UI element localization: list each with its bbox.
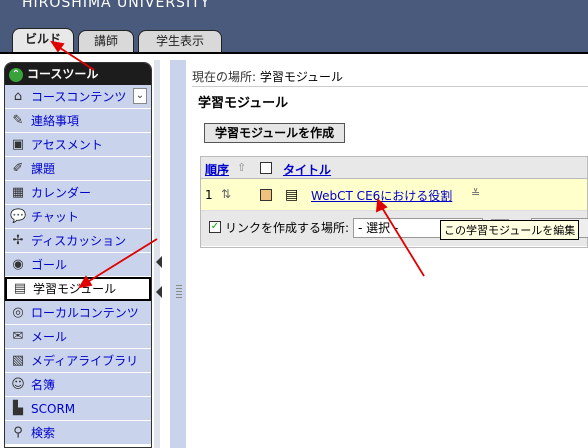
pencil-icon: ✐ (12, 161, 24, 176)
module-link[interactable]: WebCT CE6における役割 (311, 187, 452, 204)
resize-grip-icon[interactable] (176, 285, 182, 299)
sidebar-item-calendar[interactable]: ▦ カレンダー (5, 181, 151, 205)
tab-instructor[interactable]: 講師 (78, 30, 134, 52)
select-all-checkbox[interactable] (260, 162, 272, 174)
sidebar-item-media-library[interactable]: ▧ メディアライブラリ (5, 349, 151, 373)
mail-icon: ✉ (12, 329, 24, 344)
sidebar-item-assessments[interactable]: ▣ アセスメント (5, 133, 151, 157)
sidebar-item-announcements[interactable]: ✎ 連絡事項 (5, 109, 151, 133)
collapse-up-icon[interactable]: ⌃ (9, 67, 23, 82)
collapse-left-icon[interactable] (156, 256, 162, 268)
sidebar-item-mail[interactable]: ✉ メール (5, 325, 151, 349)
sidebar-item-label: メール (31, 330, 68, 344)
breadcrumb: 現在の場所: 学習モジュール (192, 68, 343, 85)
megaphone-icon: ✎ (12, 113, 24, 128)
sidebar-item-label: コースコンテンツ (31, 90, 127, 104)
tab-build[interactable]: ビルド (12, 28, 74, 52)
sidebar-item-label: アセスメント (31, 138, 103, 152)
header-band: HIROSHIMA UNIVERSITY (0, 0, 588, 30)
sidebar-item-label: 課題 (31, 162, 56, 176)
sidebar-item-roster[interactable]: ☺ 名簿 (5, 373, 151, 397)
sidebar-item-learning-modules[interactable]: ▤ 学習モジュール (5, 277, 151, 301)
sidebar-item-label: カレンダー (31, 186, 92, 200)
link-location-label: リンクを作成する場所: (225, 221, 350, 235)
create-learning-module-button[interactable]: 学習モジュールを作成 (204, 123, 346, 143)
chat-icon: 💬 (10, 209, 27, 224)
sidebar-item-label: 学習モジュール (33, 282, 117, 296)
sidebar-item-label: ローカルコンテンツ (31, 306, 139, 320)
sidebar-splitter[interactable] (154, 60, 160, 448)
sidebar-item-label: ゴール (31, 258, 68, 272)
sidebar-item-discussions[interactable]: ✢ ディスカッション (5, 229, 151, 253)
breadcrumb-prefix: 現在の場所: (192, 70, 257, 84)
row-checkbox[interactable] (260, 189, 272, 201)
home-icon: ⌂ (13, 89, 23, 104)
page-title: 学習モジュール (198, 96, 289, 111)
frame-resize-bar[interactable] (170, 60, 186, 448)
sidebar-item-course-content[interactable]: ⌂ コースコンテンツ ⌄ (5, 85, 151, 109)
calendar-icon: ▦ (11, 185, 25, 200)
scorm-icon: ▙ (13, 401, 23, 416)
link-location-checkbox[interactable]: ✓ (209, 221, 221, 233)
row-number: 1 (205, 188, 213, 202)
goal-icon: ◉ (12, 257, 24, 272)
sidebar-item-label: SCORM (31, 402, 76, 416)
sidebar-item-search[interactable]: ⚲ 検索 (5, 421, 151, 445)
column-title[interactable]: タイトル (283, 161, 331, 178)
collapse-left-icon[interactable] (156, 286, 162, 298)
column-order[interactable]: 順序 (205, 161, 229, 178)
sidebar-item-label: 名簿 (31, 378, 56, 392)
document-icon: ▤ (13, 281, 27, 296)
sidebar-item-label: 連絡事項 (31, 114, 80, 128)
reorder-icon[interactable]: ⇅ (217, 185, 235, 203)
chevron-down-icon[interactable]: ⌄ (133, 88, 147, 104)
university-name: HIROSHIMA UNIVERSITY (22, 0, 211, 11)
sidebar-item-label: メディアライブラリ (31, 354, 139, 368)
sidebar-title: コースツール (27, 67, 99, 81)
sidebar-item-label: 検索 (31, 426, 56, 440)
sidebar-item-goals[interactable]: ◉ ゴール (5, 253, 151, 277)
sidebar-item-label: ディスカッション (31, 234, 127, 248)
sidebar-item-chat[interactable]: 💬 チャット (5, 205, 151, 229)
search-icon: ⚲ (13, 425, 23, 440)
tab-student-view[interactable]: 学生表示 (138, 30, 222, 52)
sort-arrow-icon[interactable]: ⇧ (237, 161, 246, 174)
main-content: 現在の場所: 学習モジュール 学習モジュール 学習モジュールを作成 順序 ⇧ タ… (186, 60, 588, 448)
pin-icon: ✢ (12, 233, 24, 248)
document-icon: ▤ (285, 187, 299, 203)
sidebar-item-assignments[interactable]: ✐ 課題 (5, 157, 151, 181)
divider (192, 86, 588, 87)
disc-icon: ◎ (12, 305, 24, 320)
clipboard-icon: ▣ (11, 137, 25, 152)
table-row: 1 ⇅ ▤ WebCT CE6における役割 ≚ (201, 179, 587, 211)
media-icon: ▧ (11, 353, 25, 368)
course-tools-sidebar: ⌃ コースツール ⌂ コースコンテンツ ⌄ ✎ 連絡事項 ▣ アセスメント ✐ 課… (4, 62, 152, 448)
action-menu-icon[interactable]: ≚ (471, 187, 480, 200)
table-header: 順序 ⇧ タイトル (201, 157, 587, 179)
people-icon: ☺ (11, 377, 25, 392)
sidebar-item-local-content[interactable]: ◎ ローカルコンテンツ (5, 301, 151, 325)
sidebar-header[interactable]: ⌃ コースツール (5, 63, 151, 85)
edit-tooltip: この学習モジュールを編集 (440, 220, 580, 240)
breadcrumb-current: 学習モジュール (259, 70, 344, 84)
sidebar-item-scorm[interactable]: ▙ SCORM (5, 397, 151, 421)
sidebar-item-label: チャット (31, 210, 79, 224)
